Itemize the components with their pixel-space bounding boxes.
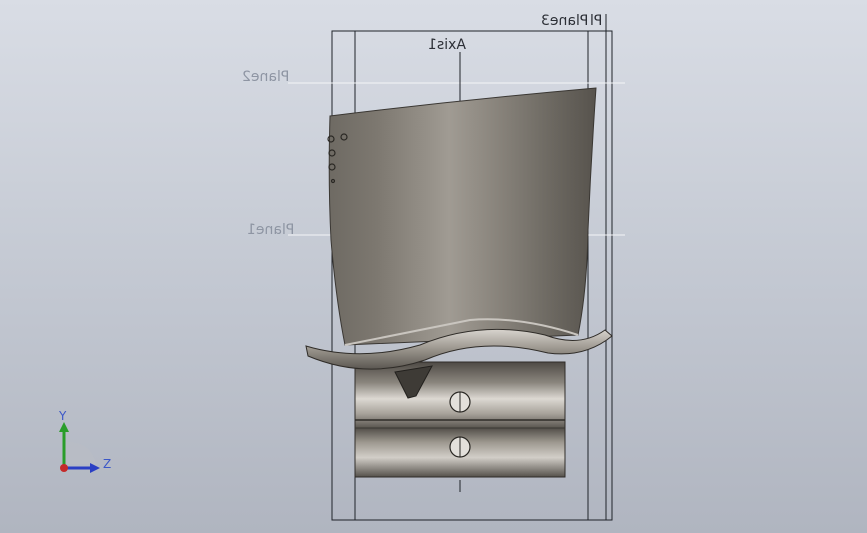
plane-overlap-label[interactable]: Pl <box>590 13 602 29</box>
view-triad: Y Z <box>50 409 120 482</box>
axis1-label[interactable]: Axis1 <box>428 37 466 53</box>
airfoil-blade <box>328 87 597 346</box>
plane1-label[interactable]: Plane1 <box>247 222 294 238</box>
plane3-label[interactable]: Plane3 <box>541 13 588 29</box>
triad-z-label: Z <box>103 457 112 471</box>
triad-y-label: Y <box>59 409 67 423</box>
model-scene[interactable] <box>0 0 867 533</box>
plane2-label[interactable]: Plane2 <box>242 69 289 85</box>
graphics-viewport[interactable]: Axis1 Plane2 Plane1 Plane3 Pl Y Z <box>0 0 867 533</box>
